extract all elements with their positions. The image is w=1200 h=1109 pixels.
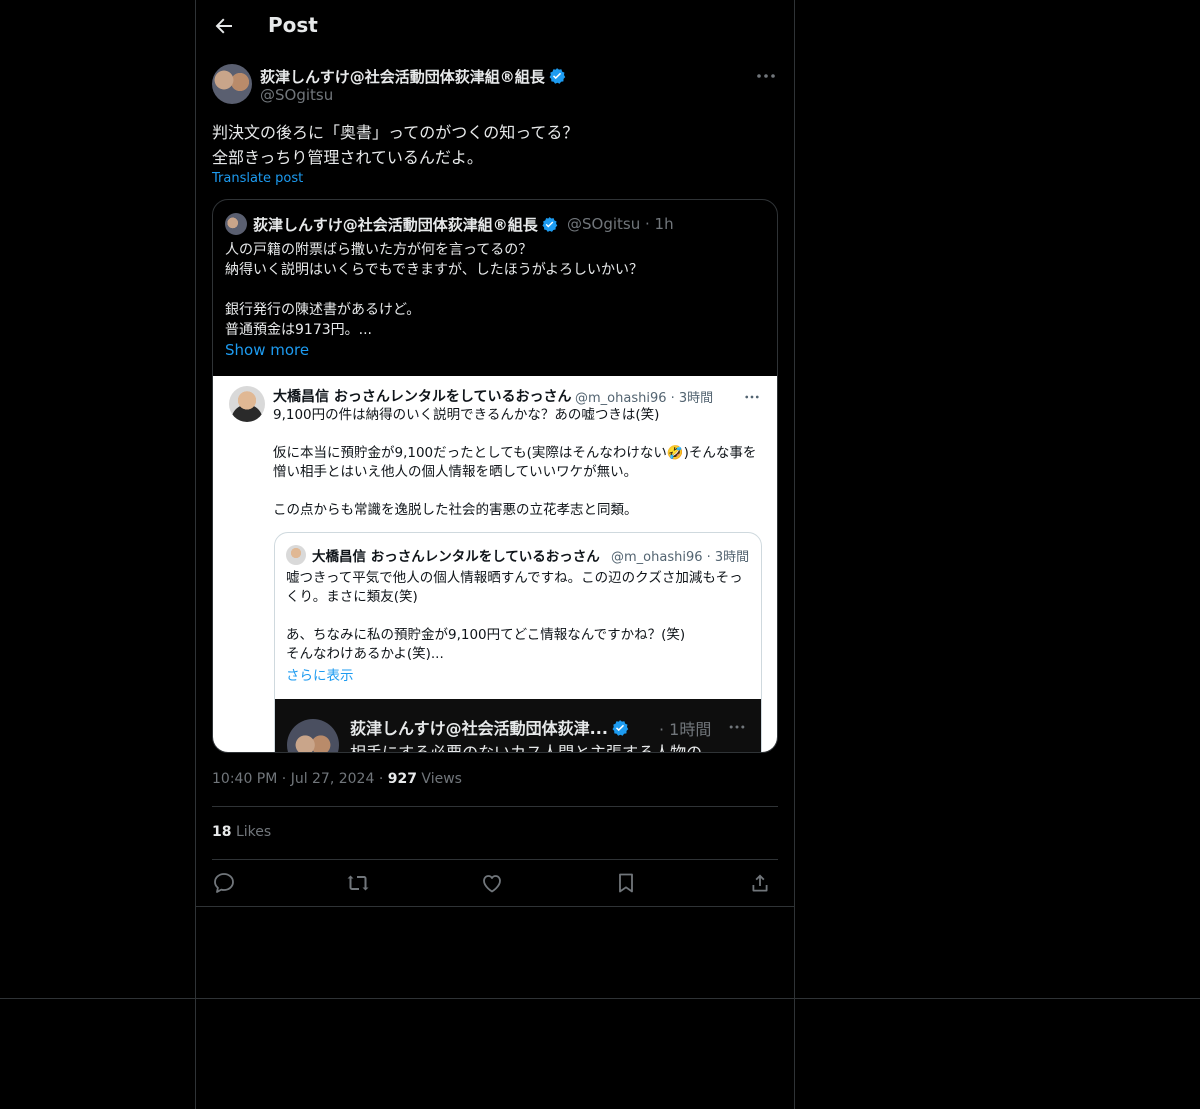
quoted-text-line: 人の戸籍の附票ばら撒いた方が何を言ってるの？: [225, 242, 533, 258]
author-handle[interactable]: @SOgitsu: [260, 86, 333, 104]
primary-column: Post 荻津しんすけ@社会活動団体荻津組®組長 @SOgitsu 判決文の後ろ…: [195, 0, 795, 1109]
screenshot-text: 9,100円の件は納得のいく説明できるんかな？あの嘘つきは(笑) 仮に本当に預貯…: [273, 406, 768, 520]
quoted-text-line: 納得いく説明はいくらでもできますが、したほうがよろしいかい？: [225, 262, 644, 278]
screenshot-text-line: 仮に本当に預貯金が9,100だったとしても(実際はそんなわけない🤣)そんな事を憎…: [273, 445, 757, 480]
nested-post-text: 相手にする必要のないカス人間と主張する人物の: [350, 739, 702, 752]
post-text-line: 全部きっちり管理されているんだよ。: [212, 148, 483, 167]
top-bar: Post: [196, 0, 794, 53]
quoted-post-text: 人の戸籍の附票ばら撒いた方が何を言ってるの？ 納得いく説明はいくらでもできますが…: [225, 240, 765, 340]
quoted-post-time: 1h: [654, 215, 674, 233]
verified-badge-icon: [612, 720, 629, 736]
nested-post-time: · 1時間: [659, 720, 712, 739]
show-more-link[interactable]: Show more: [225, 341, 309, 359]
like-heart-icon[interactable]: [480, 871, 504, 895]
screenshot-inner-line: そんなわけあるかよ(笑)...: [286, 646, 444, 662]
nested-author-row: 荻津しんすけ@社会活動団体荻津...: [350, 715, 629, 739]
likes-row[interactable]: 18 Likes: [212, 824, 271, 840]
post-text: 判決文の後ろに「奥書」ってのがつくの知ってる？ 全部きっちり管理されているんだよ…: [212, 120, 778, 170]
screenshot-quoted-post: 大橋昌信 おっさんレンタルをしているおっさん @m_ohashi96 · 3時間…: [274, 532, 762, 752]
more-options-icon: [729, 725, 745, 729]
reply-icon[interactable]: [212, 871, 236, 895]
screenshot-inner-author-name: 大橋昌信 おっさんレンタルをしているおっさん: [312, 549, 600, 565]
screenshot-nested-post: 荻津しんすけ@社会活動団体荻津... · 1時間 相手にする必要のないカス人間と…: [275, 699, 761, 752]
page-title: Post: [268, 13, 318, 37]
post-time[interactable]: 10:40 PM: [212, 771, 277, 787]
views-label: Views: [421, 771, 462, 787]
screenshot-inner-text: 嘘つきって平気で他人の個人情報晒すんですね。この辺のクズさ加減もそっくり。まさに…: [286, 569, 756, 664]
share-icon[interactable]: [748, 871, 772, 895]
avatar[interactable]: [212, 64, 252, 104]
quoted-post[interactable]: 荻津しんすけ@社会活動団体荻津組®組長 @SOgitsu · 1h 人の戸籍の附…: [212, 199, 778, 753]
views-count: 927: [387, 771, 417, 787]
quoted-author-handle: @SOgitsu: [567, 215, 641, 233]
more-options-icon: [745, 395, 759, 399]
avatar: [225, 213, 247, 235]
screenshot-inner-line: あ、ちなみに私の預貯金が9,100円てどこ情報なんですかね？(笑): [286, 627, 686, 643]
likes-label: Likes: [235, 824, 272, 840]
avatar: [229, 386, 265, 422]
divider: [212, 806, 778, 807]
post-timestamp-row: 10:40 PM · Jul 27, 2024 · 927 Views: [212, 771, 462, 787]
more-options-icon[interactable]: [754, 64, 778, 88]
screenshot-text-line: 9,100円の件は納得のいく説明できるんかな？あの嘘つきは(笑): [273, 407, 660, 423]
repost-icon[interactable]: [346, 871, 370, 895]
divider: [212, 859, 778, 860]
quoted-author-meta: @SOgitsu · 1h: [567, 215, 674, 233]
avatar: [287, 719, 339, 752]
author-name-row[interactable]: 荻津しんすけ@社会活動団体荻津組®組長: [260, 66, 566, 87]
screenshot-show-more: さらに表示: [286, 668, 354, 684]
avatar: [286, 545, 306, 565]
quoted-text-line: 普通預金は9173円。...: [225, 322, 372, 338]
post-text-line: 判決文の後ろに「奥書」ってのがつくの知ってる？: [212, 123, 579, 142]
verified-badge-icon: [549, 68, 565, 84]
bookmark-icon[interactable]: [614, 871, 638, 895]
author-name[interactable]: 荻津しんすけ@社会活動団体荻津組®組長: [260, 68, 545, 86]
post-date[interactable]: Jul 27, 2024: [291, 771, 375, 787]
translate-post-link[interactable]: Translate post: [212, 171, 303, 186]
screenshot-author-meta: @m_ohashi96 · 3時間: [575, 391, 714, 406]
attached-screenshot-image[interactable]: 大橋昌信 おっさんレンタルをしているおっさん @m_ohashi96 · 3時間…: [213, 376, 777, 752]
screenshot-text-line: この点からも常識を逸脱した社会的害悪の立花孝志と同類。: [273, 502, 638, 518]
quoted-author-name: 荻津しんすけ@社会活動団体荻津組®組長: [253, 216, 538, 234]
screenshot-inner-line: 嘘つきって平気で他人の個人情報晒すんですね。この辺のクズさ加減もそっくり。まさに…: [286, 570, 743, 605]
back-arrow-icon[interactable]: [212, 14, 236, 38]
action-bar: [212, 871, 778, 899]
quoted-text-line: 銀行発行の陳述書があるけど。: [225, 302, 421, 318]
verified-badge-icon: [542, 217, 557, 232]
likes-count: 18: [212, 824, 232, 840]
divider: [196, 906, 794, 907]
quoted-author-row: 荻津しんすけ@社会活動団体荻津組®組長: [253, 214, 558, 235]
screenshot-author-name: 大橋昌信 おっさんレンタルをしているおっさん: [273, 389, 572, 405]
quoted-post-header: 荻津しんすけ@社会活動団体荻津組®組長 @SOgitsu · 1h: [225, 212, 765, 236]
screenshot-inner-author-meta: @m_ohashi96 · 3時間: [611, 550, 750, 565]
nested-author-name: 荻津しんすけ@社会活動団体荻津...: [350, 719, 608, 738]
